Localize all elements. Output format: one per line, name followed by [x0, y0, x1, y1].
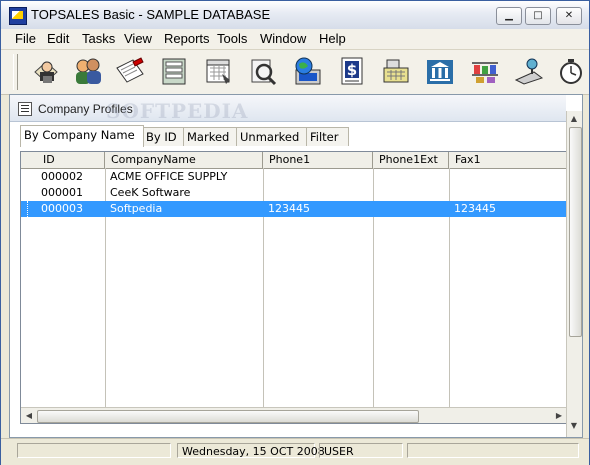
toolbar-grip[interactable]: [13, 54, 18, 90]
toolbar-bank-button[interactable]: [423, 54, 457, 88]
table-row[interactable]: 000002 ACME OFFICE SUPPLY: [21, 169, 568, 185]
minimize-button[interactable]: ▁: [496, 7, 522, 25]
toolbar-files-button[interactable]: [157, 54, 191, 88]
cell-phone1ext: [374, 185, 378, 201]
products-icon: [472, 62, 498, 83]
minimize-icon: ▁: [505, 10, 513, 21]
row-focus-marker: [21, 201, 28, 217]
status-panel-right: [407, 443, 579, 458]
table-row-selected[interactable]: 000003 Softpedia 123445 123445: [21, 201, 568, 217]
bank-icon: [427, 60, 453, 84]
window-title: TOPSALES Basic - SAMPLE DATABASE: [31, 7, 271, 22]
cell-phone1ext: [374, 201, 378, 217]
toolbar-search-button[interactable]: [246, 54, 280, 88]
cell-id: 000002: [41, 170, 83, 183]
cell-company: ACME OFFICE SUPPLY: [110, 170, 228, 183]
cell-phone1: [264, 185, 268, 201]
menu-file[interactable]: File: [15, 31, 36, 46]
title-bar[interactable]: TOPSALES Basic - SAMPLE DATABASE ▁ □ ✕: [1, 1, 589, 30]
vertical-scrollbar[interactable]: ▲ ▼: [566, 111, 582, 437]
letter-icon: [116, 57, 144, 83]
company-profiles-window: Company Profiles SOFTPEDIA By Company Na…: [9, 94, 583, 438]
tab-unmarked[interactable]: Unmarked: [236, 127, 308, 146]
menu-tasks[interactable]: Tasks: [82, 31, 115, 46]
scroll-down-icon[interactable]: ▼: [567, 419, 581, 432]
toolbar-products-button[interactable]: [468, 54, 502, 88]
toolbar-service-button[interactable]: [512, 54, 546, 88]
column-header-phone1ext[interactable]: Phone1Ext: [373, 152, 449, 168]
menu-window[interactable]: Window: [260, 31, 306, 46]
contacts-icon: [34, 61, 58, 83]
cash-register-icon: [383, 59, 409, 83]
tab-by-id[interactable]: By ID: [142, 127, 185, 146]
cell-company: CeeK Software: [110, 186, 191, 199]
web-icon: [295, 57, 321, 85]
status-user: USER: [319, 443, 403, 458]
cell-phone1ext: [374, 169, 378, 185]
maximize-button[interactable]: □: [525, 7, 551, 25]
child-title-bar[interactable]: Company Profiles SOFTPEDIA: [10, 95, 566, 123]
menu-bar: File Edit Tasks View Reports Tools Windo…: [1, 29, 589, 50]
cell-company: Softpedia: [110, 202, 163, 215]
table-row[interactable]: 000001 CeeK Software: [21, 185, 568, 201]
menu-tools[interactable]: Tools: [217, 31, 247, 46]
toolbar-contacts-button[interactable]: [29, 54, 63, 88]
cell-phone1: [264, 169, 268, 185]
column-header-phone1[interactable]: Phone1: [263, 152, 373, 168]
tab-filter[interactable]: Filter: [306, 127, 349, 146]
close-icon: ✕: [564, 10, 574, 21]
status-panel-empty: [17, 443, 171, 458]
toolbar-timer-button[interactable]: [556, 54, 590, 88]
status-date: Wednesday, 15 OCT 2008: [177, 443, 325, 458]
menu-reports[interactable]: Reports: [164, 31, 210, 46]
horizontal-scroll-thumb[interactable]: [37, 410, 419, 423]
calendar-icon: [206, 59, 230, 84]
menu-edit[interactable]: Edit: [47, 31, 69, 46]
toolbar-register-button[interactable]: [379, 54, 413, 88]
cell-fax1: [450, 169, 454, 185]
maximize-icon: □: [533, 10, 543, 21]
main-window: TOPSALES Basic - SAMPLE DATABASE ▁ □ ✕ F…: [0, 0, 590, 465]
cell-phone1: 123445: [268, 202, 310, 215]
column-header-fax1[interactable]: Fax1: [449, 152, 568, 168]
toolbar-web-button[interactable]: [290, 54, 324, 88]
scroll-right-icon[interactable]: ▶: [552, 409, 566, 422]
tab-marked[interactable]: Marked: [183, 127, 238, 146]
close-button[interactable]: ✕: [556, 7, 582, 25]
watermark: SOFTPEDIA: [106, 99, 249, 123]
cell-fax1: 123445: [454, 202, 496, 215]
toolbar-invoice-button[interactable]: $: [335, 54, 369, 88]
app-icon[interactable]: [9, 7, 27, 25]
toolbar-letter-button[interactable]: [113, 54, 147, 88]
horizontal-scrollbar[interactable]: ◀ ▶: [21, 407, 568, 423]
files-icon: [162, 58, 186, 85]
company-grid[interactable]: ID CompanyName Phone1 Phone1Ext Fax1 000…: [20, 151, 569, 424]
svg-text:$: $: [347, 61, 357, 79]
menu-help[interactable]: Help: [319, 31, 346, 46]
search-document-icon: [251, 59, 277, 86]
vertical-scroll-thumb[interactable]: [569, 127, 582, 337]
toolbar: $: [1, 50, 589, 95]
cell-fax1: [450, 185, 454, 201]
service-icon: [514, 58, 544, 85]
scroll-up-icon[interactable]: ▲: [567, 112, 581, 125]
users-icon: [76, 58, 101, 84]
tab-by-company-name[interactable]: By Company Name: [20, 125, 144, 147]
document-icon: [18, 102, 32, 116]
timer-icon: [560, 59, 582, 84]
menu-view[interactable]: View: [124, 31, 152, 46]
toolbar-calendar-button[interactable]: [202, 54, 236, 88]
toolbar-users-button[interactable]: [71, 54, 105, 88]
status-bar: Wednesday, 15 OCT 2008 USER: [1, 438, 589, 465]
invoice-icon: $: [341, 57, 363, 85]
grid-header: ID CompanyName Phone1 Phone1Ext Fax1: [21, 152, 568, 169]
column-header-id[interactable]: ID: [21, 152, 105, 168]
cell-id: 000001: [41, 186, 83, 199]
cell-id: 000003: [41, 202, 83, 215]
column-header-companyname[interactable]: CompanyName: [105, 152, 263, 168]
scroll-left-icon[interactable]: ◀: [22, 409, 36, 422]
